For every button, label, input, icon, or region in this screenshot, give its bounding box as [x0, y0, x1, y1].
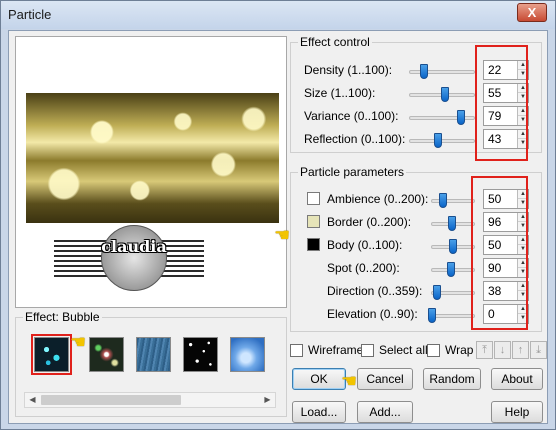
close-button[interactable]: X	[517, 3, 547, 22]
variance-slider[interactable]	[409, 110, 475, 125]
move-bottom-icon[interactable]: ⤓	[530, 341, 547, 359]
body-slider[interactable]	[431, 239, 475, 254]
spot-slider-thumb[interactable]	[446, 262, 455, 277]
dialog-client-area: claudia ☚ Effect control Density (1..100…	[8, 30, 548, 424]
clouds-effect-thumbnail[interactable]	[230, 337, 265, 372]
border-slider-thumb[interactable]	[448, 216, 457, 231]
title-bar[interactable]: Particle X	[1, 1, 555, 29]
direction-label: Direction (0..359):	[327, 284, 423, 298]
density-slider-thumb[interactable]	[420, 64, 429, 79]
elevation-label: Elevation (0..90):	[327, 307, 418, 321]
watermark-text: claudia	[101, 237, 167, 256]
reflection-label: Reflection (0..100):	[304, 132, 406, 146]
preview-image	[26, 93, 279, 223]
scroll-left-icon[interactable]: ◀	[25, 393, 40, 407]
variance-slider-thumb[interactable]	[456, 110, 465, 125]
wrap-label[interactable]: Wrap	[445, 343, 473, 357]
pointing-hand-icon: ☚	[70, 332, 87, 352]
particle-parameters-title: Particle parameters	[298, 165, 407, 179]
cancel-button[interactable]: Cancel	[357, 368, 413, 390]
lights-effect-thumbnail[interactable]	[89, 337, 124, 372]
reflection-slider-thumb[interactable]	[433, 133, 442, 148]
ambience-color-swatch[interactable]	[307, 192, 320, 205]
add-button[interactable]: Add...	[357, 401, 413, 423]
wireframe-checkbox-box[interactable]	[290, 344, 303, 357]
direction-slider-thumb[interactable]	[432, 285, 441, 300]
ambience-slider[interactable]	[431, 193, 475, 208]
rain-effect-thumbnail[interactable]	[136, 337, 171, 372]
scroll-right-icon[interactable]: ▶	[260, 393, 275, 407]
ok-button[interactable]: OK	[292, 368, 346, 390]
border-label: Border (0..200):	[327, 215, 412, 229]
effect-name-label: Effect: Bubble	[23, 310, 102, 324]
body-color-swatch[interactable]	[307, 238, 320, 251]
ambience-slider-thumb[interactable]	[438, 193, 447, 208]
thumbnail-scrollbar[interactable]: ◀ ▶	[24, 392, 276, 408]
load-button[interactable]: Load...	[292, 401, 346, 423]
watermark-badge	[101, 225, 167, 291]
reflection-slider[interactable]	[409, 133, 475, 148]
size-slider[interactable]	[409, 87, 475, 102]
scrollbar-thumb[interactable]	[41, 395, 181, 405]
select-all-label[interactable]: Select all	[379, 343, 428, 357]
stars-effect-thumbnail[interactable]	[183, 337, 218, 372]
move-top-icon[interactable]: ⤒	[476, 341, 493, 359]
window-title: Particle	[8, 7, 52, 22]
particle-dialog: Particle X claudia ☚ Effect control Dens…	[0, 0, 556, 430]
random-button[interactable]: Random	[423, 368, 481, 390]
size-slider-thumb[interactable]	[441, 87, 450, 102]
pointing-hand-icon: ☚	[341, 371, 358, 391]
move-up-icon[interactable]: ↑	[512, 341, 529, 359]
body-slider-thumb[interactable]	[449, 239, 457, 254]
border-slider[interactable]	[431, 216, 475, 231]
select-all-checkbox-box[interactable]	[361, 344, 374, 357]
density-label: Density (1..100):	[304, 63, 393, 77]
preview-panel: claudia ☚	[15, 36, 291, 308]
border-color-swatch[interactable]	[307, 215, 320, 228]
pointing-hand-icon: ☚	[274, 225, 291, 245]
body-label: Body (0..100):	[327, 238, 403, 252]
elevation-slider[interactable]	[428, 308, 475, 323]
spot-slider[interactable]	[431, 262, 475, 277]
bubble-effect-thumbnail[interactable]	[31, 334, 72, 375]
wireframe-label[interactable]: Wireframe	[308, 343, 363, 357]
elevation-slider-thumb[interactable]	[428, 308, 436, 323]
spot-label: Spot (0..200):	[327, 261, 400, 275]
move-down-icon[interactable]: ↓	[494, 341, 511, 359]
variance-label: Variance (0..100):	[304, 109, 399, 123]
effect-thumbnails-group: Effect: Bubble ☚ ◀ ▶	[15, 310, 287, 417]
parameter-values-highlight	[471, 176, 528, 330]
ambience-label: Ambience (0..200):	[327, 192, 429, 206]
direction-slider[interactable]	[431, 285, 475, 300]
size-label: Size (1..100):	[304, 86, 376, 100]
effect-control-title: Effect control	[298, 35, 372, 49]
wireframe-checkbox[interactable]: Wireframe	[290, 342, 370, 360]
effect-values-highlight	[475, 45, 528, 161]
about-button[interactable]: About	[491, 368, 543, 390]
help-button[interactable]: Help	[491, 401, 543, 423]
density-slider[interactable]	[409, 64, 475, 79]
wrap-checkbox-box[interactable]	[427, 344, 440, 357]
